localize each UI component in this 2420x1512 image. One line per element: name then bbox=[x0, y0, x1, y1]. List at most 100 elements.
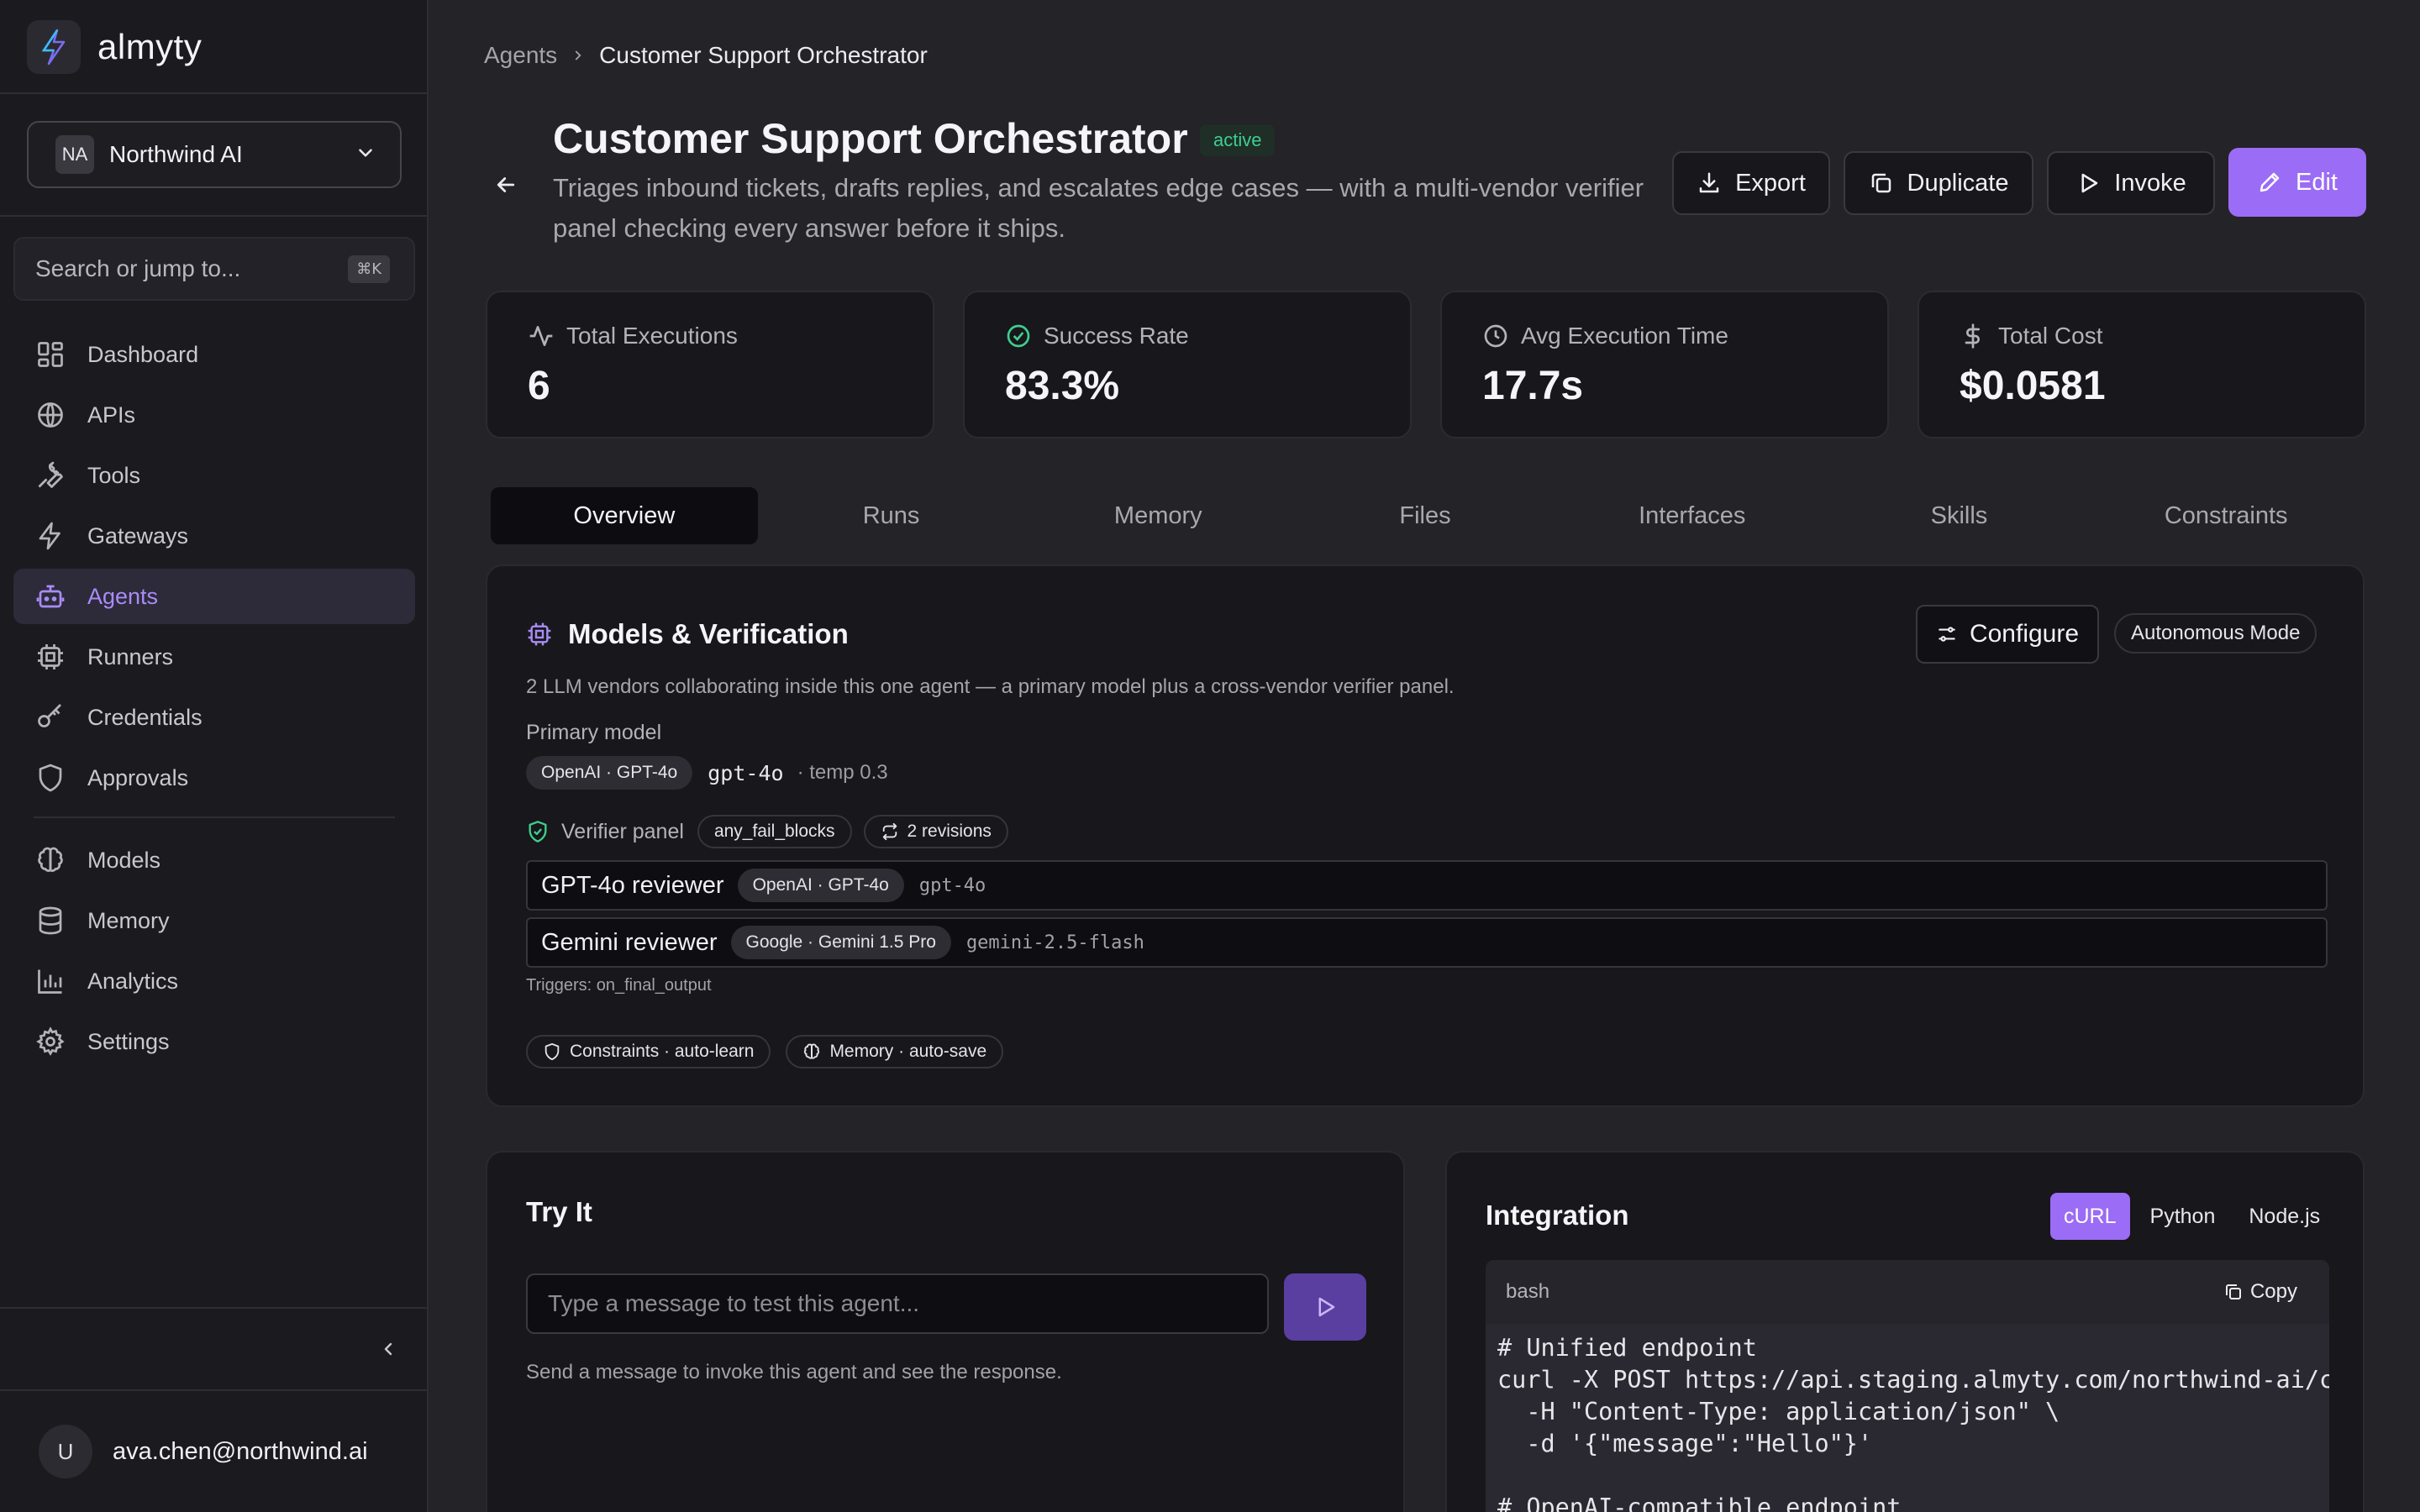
reviewer-name: Gemini reviewer bbox=[541, 928, 718, 956]
sidebar-item-analytics[interactable]: Analytics bbox=[13, 953, 415, 1009]
cpu-icon bbox=[34, 640, 67, 674]
sidebar-item-settings[interactable]: Settings bbox=[13, 1014, 415, 1069]
copy-icon bbox=[2223, 1282, 2244, 1302]
tab-runs[interactable]: Runs bbox=[758, 487, 1025, 544]
clock-icon bbox=[1482, 323, 1509, 349]
constraints-chip[interactable]: Constraints · auto-learn bbox=[526, 1035, 771, 1068]
help-text: Send a message to invoke this agent and … bbox=[526, 1361, 1062, 1383]
sidebar: almyty NA Northwind AI Search or jump to… bbox=[0, 0, 429, 1512]
tab-interfaces[interactable]: Interfaces bbox=[1559, 487, 1826, 544]
primary-model-label: Primary model bbox=[526, 721, 662, 744]
temperature-text: · temp 0.3 bbox=[797, 761, 888, 784]
stat-value: $0.0581 bbox=[1960, 364, 2106, 408]
divider bbox=[0, 92, 427, 94]
user-email: ava.chen@northwind.ai bbox=[113, 1437, 368, 1465]
key-icon bbox=[34, 701, 67, 734]
sidebar-item-dashboard[interactable]: Dashboard bbox=[13, 327, 415, 382]
model-code: gpt-4o bbox=[918, 874, 986, 896]
copy-icon bbox=[1869, 171, 1894, 196]
vendor-chip: Google · Gemini 1.5 Pro bbox=[730, 926, 951, 959]
sidebar-item-tools[interactable]: Tools bbox=[13, 448, 415, 503]
logo-mark-icon bbox=[27, 20, 81, 74]
duplicate-button[interactable]: Duplicate bbox=[1844, 151, 2033, 215]
memory-chip-text: Memory · auto-save bbox=[829, 1042, 987, 1061]
search-placeholder: Search or jump to... bbox=[35, 255, 241, 281]
sidebar-item-label: Approvals bbox=[87, 764, 189, 790]
check-circle-icon bbox=[1005, 323, 1032, 349]
dollar-icon bbox=[1960, 323, 1986, 349]
reviewer-row[interactable]: GPT-4o reviewer OpenAI · GPT-4o gpt-4o bbox=[526, 860, 2328, 911]
sidebar-item-approvals[interactable]: Approvals bbox=[13, 750, 415, 806]
brain-icon bbox=[802, 1042, 821, 1061]
logo[interactable]: almyty bbox=[27, 18, 202, 76]
tab-skills[interactable]: Skills bbox=[1826, 487, 2093, 544]
tab-nodejs[interactable]: Node.js bbox=[2235, 1193, 2333, 1240]
stat-label: Success Rate bbox=[1005, 323, 1189, 349]
sidebar-item-agents[interactable]: Agents bbox=[13, 569, 415, 624]
sidebar-item-label: Tools bbox=[87, 462, 141, 488]
triggers-text: Triggers: on_final_output bbox=[526, 976, 712, 995]
reviewer-row[interactable]: Gemini reviewer Google · Gemini 1.5 Pro … bbox=[526, 917, 2328, 968]
org-avatar: NA bbox=[55, 135, 94, 174]
gear-icon bbox=[34, 1025, 67, 1058]
sidebar-item-runners[interactable]: Runners bbox=[13, 629, 415, 685]
org-switcher[interactable]: NA Northwind AI bbox=[27, 121, 402, 188]
sidebar-item-gateways[interactable]: Gateways bbox=[13, 508, 415, 564]
send-button[interactable] bbox=[1284, 1273, 1366, 1341]
stat-label: Avg Execution Time bbox=[1482, 323, 1728, 349]
memory-chip[interactable]: Memory · auto-save bbox=[786, 1035, 1004, 1068]
stat-avg-execution-time: Avg Execution Time 17.7s bbox=[1440, 291, 1889, 438]
play-icon bbox=[1313, 1294, 1338, 1320]
back-arrow-icon[interactable] bbox=[489, 168, 523, 202]
sidebar-item-credentials[interactable]: Credentials bbox=[13, 690, 415, 745]
sidebar-item-memory[interactable]: Memory bbox=[13, 893, 415, 948]
search-input[interactable]: Search or jump to... ⌘K bbox=[13, 237, 415, 301]
copy-button[interactable]: Copy bbox=[2223, 1280, 2297, 1304]
copy-label: Copy bbox=[2249, 1280, 2297, 1303]
repeat-icon bbox=[881, 822, 899, 841]
feature-chips: Constraints · auto-learn Memory · auto-s… bbox=[526, 1035, 1004, 1068]
divider bbox=[0, 1307, 427, 1309]
lightning-icon bbox=[34, 519, 67, 553]
collapse-sidebar-icon[interactable] bbox=[375, 1336, 402, 1362]
edit-button[interactable]: Edit bbox=[2228, 148, 2366, 217]
vendor-chip: OpenAI · GPT-4o bbox=[737, 869, 904, 902]
stat-total-cost: Total Cost $0.0581 bbox=[1918, 291, 2366, 438]
breadcrumb-agents-link[interactable]: Agents bbox=[484, 42, 557, 69]
tab-files[interactable]: Files bbox=[1292, 487, 1559, 544]
message-input[interactable]: Type a message to test this agent... bbox=[526, 1273, 1269, 1334]
model-code: gemini-2.5-flash bbox=[965, 932, 1144, 953]
pencil-icon bbox=[2257, 170, 2282, 195]
stat-label-text: Total Cost bbox=[1998, 323, 2103, 349]
message-placeholder: Type a message to test this agent... bbox=[548, 1290, 920, 1316]
tab-memory[interactable]: Memory bbox=[1024, 487, 1292, 544]
model-code: gpt-4o bbox=[708, 760, 784, 785]
configure-button[interactable]: Configure bbox=[1916, 605, 2099, 664]
dashboard-icon bbox=[34, 338, 67, 371]
sidebar-item-apis[interactable]: APIs bbox=[13, 387, 415, 443]
invoke-button[interactable]: Invoke bbox=[2047, 151, 2215, 215]
language-tabs: cURL Python Node.js bbox=[2044, 1193, 2333, 1240]
user-menu[interactable]: U ava.chen@northwind.ai bbox=[39, 1425, 368, 1478]
stat-value: 83.3% bbox=[1005, 364, 1120, 408]
wrench-icon bbox=[34, 459, 67, 492]
bot-icon bbox=[34, 580, 67, 613]
export-button[interactable]: Export bbox=[1672, 151, 1830, 215]
sidebar-item-label: APIs bbox=[87, 402, 136, 428]
stat-value: 6 bbox=[528, 364, 550, 408]
tab-curl[interactable]: cURL bbox=[2050, 1193, 2130, 1240]
integration-card: Integration cURL Python Node.js bash Cop… bbox=[1445, 1151, 2365, 1512]
tab-python[interactable]: Python bbox=[2137, 1193, 2229, 1240]
tab-constraints[interactable]: Constraints bbox=[2092, 487, 2360, 544]
breadcrumb: Agents Customer Support Orchestrator bbox=[484, 42, 928, 69]
stat-value: 17.7s bbox=[1482, 364, 1584, 408]
sidebar-item-label: Settings bbox=[87, 1028, 170, 1054]
chevron-down-icon bbox=[355, 142, 376, 168]
tab-overview[interactable]: Overview bbox=[491, 487, 758, 544]
breadcrumb-current: Customer Support Orchestrator bbox=[599, 42, 928, 68]
divider bbox=[0, 215, 427, 217]
sidebar-item-label: Dashboard bbox=[87, 341, 199, 367]
sliders-icon bbox=[1936, 623, 1958, 645]
sidebar-item-label: Models bbox=[87, 847, 161, 873]
sidebar-item-models[interactable]: Models bbox=[13, 832, 415, 888]
